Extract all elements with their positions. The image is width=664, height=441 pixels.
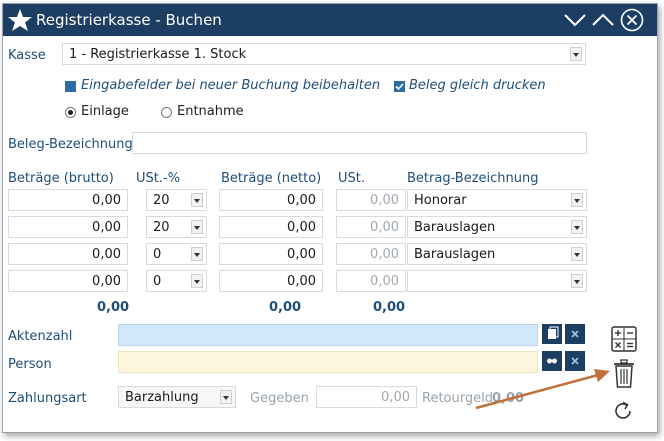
- refresh-icon[interactable]: [612, 400, 634, 422]
- netto-input[interactable]: 0,00: [219, 243, 323, 265]
- header-ust: USt.: [338, 171, 365, 186]
- total-ust: 0,00: [373, 300, 406, 315]
- gegeben-input[interactable]: 0,00: [316, 386, 417, 408]
- chevron-down-icon[interactable]: [563, 8, 587, 32]
- ust-pct-select[interactable]: 0: [146, 270, 207, 292]
- person-input[interactable]: [118, 351, 538, 373]
- title-bar: Registrierkasse - Buchen: [3, 4, 657, 36]
- kasse-label: Kasse: [8, 48, 46, 63]
- total-netto: 0,00: [269, 300, 302, 315]
- ust-value: 0,00: [336, 243, 406, 265]
- chevron-down-icon[interactable]: [191, 274, 203, 288]
- header-brutto: Beträge (brutto): [8, 171, 114, 186]
- person-label: Person: [8, 357, 52, 372]
- chevron-down-icon[interactable]: [571, 193, 583, 207]
- chevron-down-icon[interactable]: [571, 274, 583, 288]
- star-icon: [8, 9, 32, 31]
- header-bezeichnung: Betrag-Bezeichnung: [407, 171, 539, 186]
- trash-icon[interactable]: [612, 359, 636, 389]
- chevron-down-icon[interactable]: [191, 247, 203, 261]
- close-icon[interactable]: [620, 8, 644, 32]
- brutto-input[interactable]: 0,00: [8, 216, 128, 238]
- chevron-up-icon[interactable]: [591, 8, 615, 32]
- retourgeld-label: Retourgeld: [422, 391, 493, 406]
- chevron-down-icon[interactable]: [220, 390, 232, 404]
- beleg-input[interactable]: [132, 132, 587, 154]
- brutto-input[interactable]: 0,00: [8, 189, 128, 211]
- netto-input[interactable]: 0,00: [219, 189, 323, 211]
- bezeichnung-select[interactable]: [407, 270, 587, 292]
- entnahme-label: Entnahme: [177, 104, 244, 119]
- beleg-label: Beleg-Bezeichnung: [8, 137, 133, 152]
- header-netto: Beträge (netto): [221, 171, 322, 186]
- file-lookup-icon[interactable]: [542, 324, 562, 344]
- netto-input[interactable]: 0,00: [219, 270, 323, 292]
- ust-value: 0,00: [336, 189, 406, 211]
- zahlungsart-label: Zahlungsart: [8, 391, 87, 406]
- ust-value: 0,00: [336, 270, 406, 292]
- keep-fields-label: Eingabefelder bei neuer Buchung beibehal…: [81, 78, 381, 93]
- bezeichnung-select[interactable]: Barauslagen: [407, 216, 587, 238]
- print-receipt-checkbox[interactable]: [394, 81, 405, 92]
- clear-icon[interactable]: [565, 324, 585, 344]
- aktenzahl-input[interactable]: [118, 324, 538, 346]
- booking-window: Registrierkasse - Buchen Kasse 1 - Regis…: [2, 3, 658, 433]
- kasse-value: 1 - Registrierkasse 1. Stock: [69, 47, 247, 62]
- einlage-radio[interactable]: [65, 107, 76, 118]
- gegeben-label: Gegeben: [250, 391, 309, 406]
- person-lookup-icon[interactable]: [542, 351, 562, 371]
- chevron-down-icon[interactable]: [191, 220, 203, 234]
- einlage-label: Einlage: [81, 104, 129, 119]
- chevron-down-icon[interactable]: [570, 47, 582, 61]
- header-ust-pct: USt.-%: [136, 171, 181, 186]
- brutto-input[interactable]: 0,00: [8, 270, 128, 292]
- calculator-icon[interactable]: [611, 326, 637, 352]
- ust-pct-select[interactable]: 20: [146, 216, 207, 238]
- ust-pct-select[interactable]: 0: [146, 243, 207, 265]
- aktenzahl-label: Aktenzahl: [8, 329, 73, 344]
- print-receipt-label: Beleg gleich drucken: [409, 78, 546, 93]
- clear-icon[interactable]: [565, 351, 585, 371]
- chevron-down-icon[interactable]: [571, 220, 583, 234]
- ust-pct-select[interactable]: 20: [146, 189, 207, 211]
- ust-value: 0,00: [336, 216, 406, 238]
- bezeichnung-select[interactable]: Barauslagen: [407, 243, 587, 265]
- kasse-select[interactable]: 1 - Registrierkasse 1. Stock: [62, 43, 586, 65]
- chevron-down-icon[interactable]: [571, 247, 583, 261]
- total-brutto: 0,00: [97, 300, 130, 315]
- retourgeld-value: 0,00: [492, 391, 525, 406]
- netto-input[interactable]: 0,00: [219, 216, 323, 238]
- window-title: Registrierkasse - Buchen: [36, 11, 222, 29]
- keep-fields-checkbox[interactable]: [65, 81, 76, 92]
- brutto-input[interactable]: 0,00: [8, 243, 128, 265]
- chevron-down-icon[interactable]: [191, 193, 203, 207]
- zahlungsart-select[interactable]: Barzahlung: [118, 386, 236, 408]
- bezeichnung-select[interactable]: Honorar: [407, 189, 587, 211]
- entnahme-radio[interactable]: [161, 107, 172, 118]
